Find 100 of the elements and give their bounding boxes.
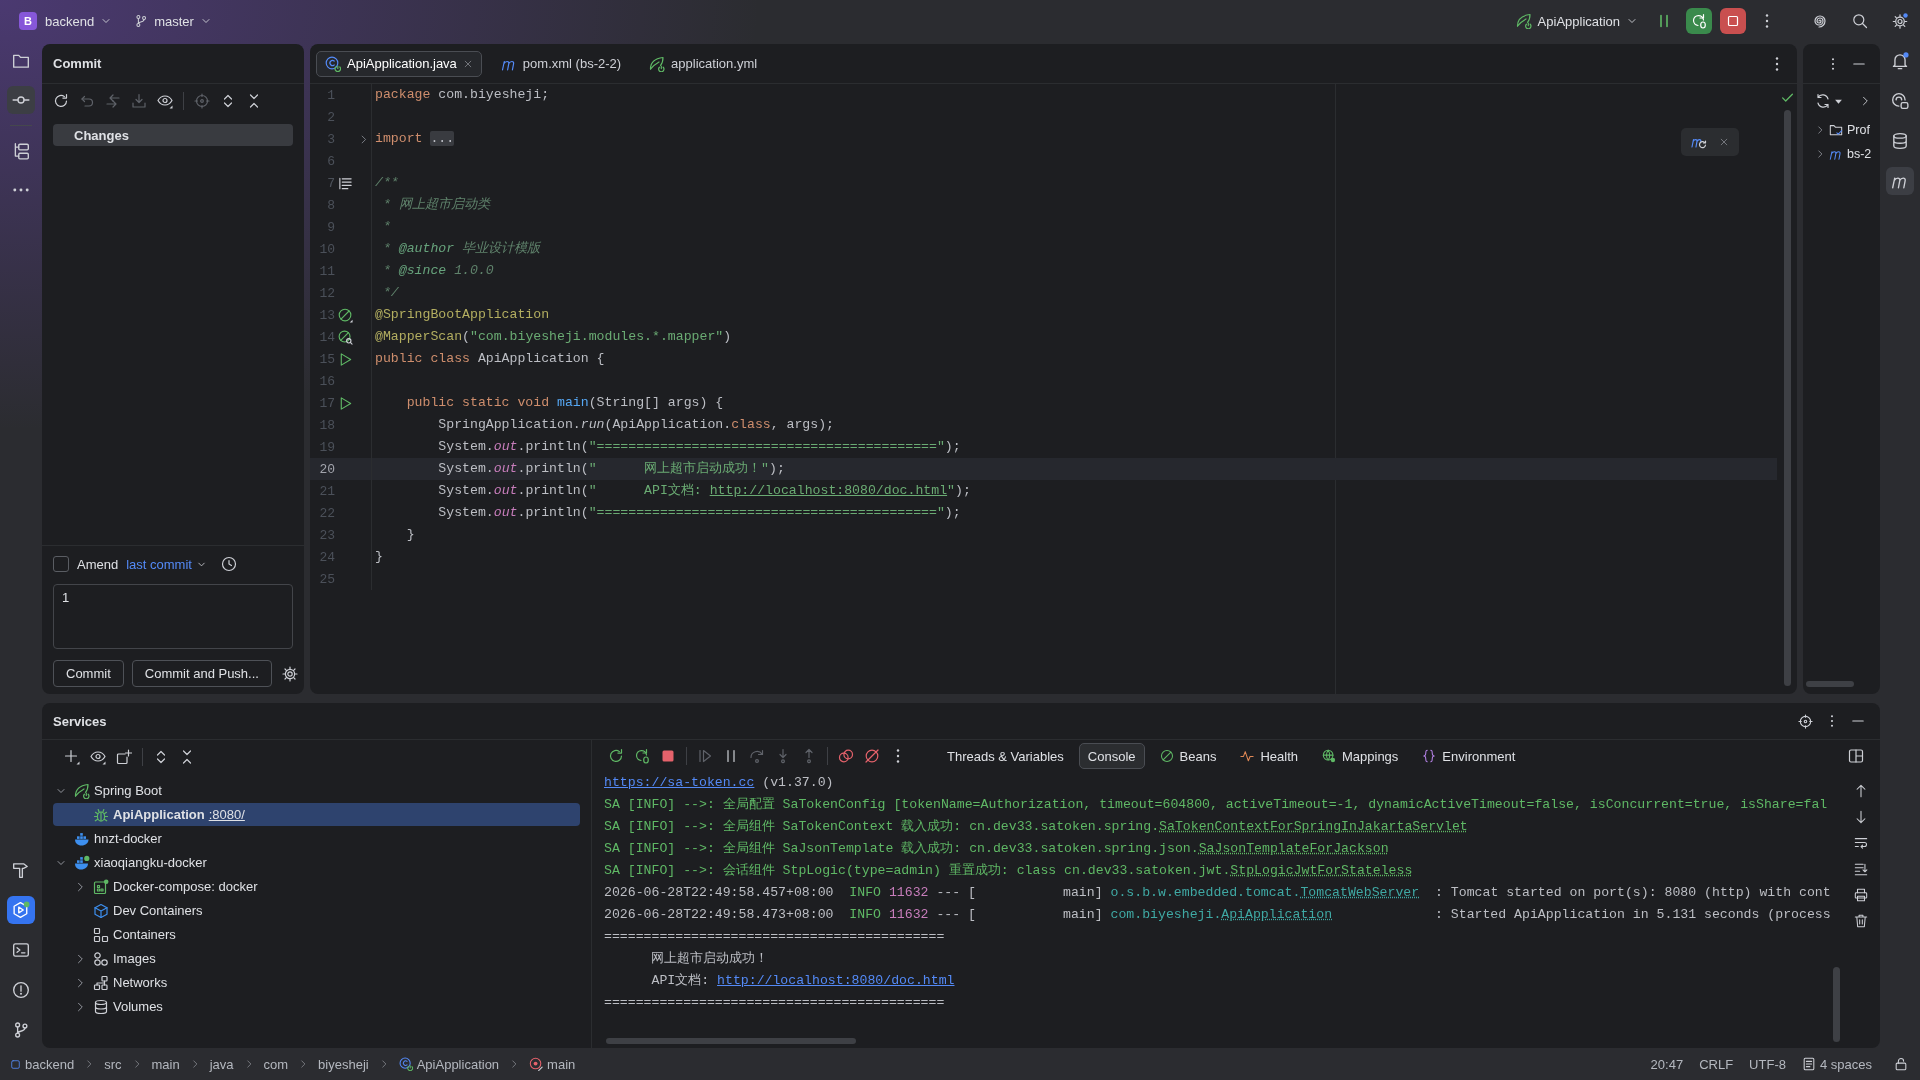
class-link[interactable]: StpLogicJwtForStateless <box>1230 863 1413 878</box>
cursor-position[interactable]: 20:47 <box>1650 1056 1684 1072</box>
refresh-icon[interactable] <box>608 748 624 764</box>
console-link[interactable]: http://localhost:8080/doc.html <box>717 973 955 988</box>
slashed-circle-search-icon[interactable] <box>337 329 353 345</box>
editor-tab[interactable]: ApiApplication.java <box>316 50 482 77</box>
editor-tab[interactable]: pom.xml (bs-2-2) <box>491 50 631 77</box>
console-tab[interactable]: Mappings <box>1313 743 1408 769</box>
eye-icon[interactable] <box>157 93 173 109</box>
changes-node[interactable]: Changes <box>53 124 293 146</box>
breadcrumb[interactable]: java <box>209 1056 234 1072</box>
commit-message-field[interactable]: 1 <box>53 584 293 649</box>
project-dropdown[interactable]: backend <box>45 13 113 29</box>
spiral-icon[interactable] <box>1811 13 1827 29</box>
editor-tab[interactable]: application.yml <box>640 50 767 77</box>
last-commit-link[interactable]: last commit <box>126 556 207 572</box>
class-link[interactable]: TomcatWebServer <box>1300 885 1420 900</box>
commit-button[interactable]: Commit <box>53 660 124 687</box>
lock-icon[interactable] <box>1894 1057 1908 1071</box>
stop-icon[interactable] <box>1720 8 1746 34</box>
overlapping-circles-icon[interactable] <box>838 748 854 764</box>
class-link[interactable]: SaTokenContextForSpringInJakartaServlet <box>1159 819 1468 834</box>
tree-item[interactable]: Containers <box>53 923 184 946</box>
arrows-icon[interactable] <box>105 93 121 109</box>
refresh-icon[interactable] <box>1815 93 1831 109</box>
run-config-dropdown[interactable]: ApiApplication <box>1515 13 1638 29</box>
terminal-icon[interactable] <box>12 941 30 959</box>
breadcrumb[interactable]: backend <box>10 1056 75 1072</box>
console-tab[interactable]: Beans <box>1150 743 1226 769</box>
scrollbar-thumb[interactable] <box>1783 110 1791 686</box>
branch-dropdown[interactable]: master <box>134 13 212 29</box>
arrow-down-icon[interactable] <box>1854 810 1868 824</box>
console-link[interactable]: https://sa-token.cc <box>604 775 755 790</box>
resume-icon[interactable] <box>697 748 713 764</box>
console-tab[interactable]: Environment <box>1413 743 1525 769</box>
slashed-circle-icon[interactable] <box>864 748 880 764</box>
commit-icon[interactable] <box>7 86 35 114</box>
rerun-icon[interactable] <box>1686 8 1712 34</box>
chat-bubble-icon[interactable] <box>1891 92 1909 110</box>
breadcrumb[interactable]: com <box>263 1056 289 1072</box>
arrow-up-icon[interactable] <box>1854 784 1868 798</box>
m-logo-icon[interactable] <box>1886 167 1914 195</box>
settings-icon[interactable] <box>281 665 298 682</box>
tree-structure-icon[interactable] <box>12 142 30 160</box>
bell-icon[interactable] <box>1891 52 1909 70</box>
database-icon[interactable] <box>1891 132 1909 150</box>
scrollbar-thumb[interactable] <box>1806 681 1854 687</box>
port-link[interactable]: :8080/ <box>208 807 245 822</box>
trash-icon[interactable] <box>1854 914 1868 928</box>
settings-icon[interactable] <box>1892 13 1908 29</box>
breadcrumb[interactable]: ApiApplication <box>398 1056 500 1072</box>
amend-checkbox[interactable] <box>53 556 69 572</box>
close-icon[interactable] <box>462 58 473 69</box>
project-badge[interactable]: B <box>19 12 37 30</box>
tree-item[interactable]: Prof <box>1803 118 1870 142</box>
refresh-icon[interactable] <box>53 93 69 109</box>
hammer-icon[interactable] <box>12 861 30 879</box>
close-icon[interactable] <box>1719 137 1729 147</box>
breadcrumb[interactable]: src <box>104 1056 122 1072</box>
breadcrumb[interactable]: biyesheji <box>318 1056 369 1072</box>
scrollbar-thumb[interactable] <box>606 1038 856 1044</box>
print-icon[interactable] <box>1854 888 1868 902</box>
refresh-bug-icon[interactable] <box>634 748 650 764</box>
undo-icon[interactable] <box>79 93 95 109</box>
slashed-circle-icon[interactable] <box>337 307 353 323</box>
soft-wrap-icon[interactable] <box>1854 836 1868 850</box>
class-link[interactable]: ApiApplication <box>1221 907 1333 922</box>
chevron-right-icon[interactable] <box>1815 149 1825 159</box>
branch-icon[interactable] <box>12 1021 30 1039</box>
breadcrumb[interactable]: main <box>529 1056 576 1072</box>
exclamation-circle-icon[interactable] <box>12 981 30 999</box>
hexagon-play-icon[interactable] <box>7 896 35 924</box>
eye-icon[interactable] <box>90 749 106 765</box>
console-tab[interactable]: Health <box>1231 743 1307 769</box>
scroll-to-end-icon[interactable] <box>1854 862 1868 876</box>
tree-item[interactable]: Dev Containers <box>53 899 211 922</box>
folder-icon[interactable] <box>12 52 30 70</box>
new-tab-icon[interactable] <box>116 749 132 765</box>
scrollbar-thumb[interactable] <box>1833 967 1840 1042</box>
commit-button[interactable]: Commit and Push... <box>131 660 272 687</box>
line-separator[interactable]: CRLF <box>1699 1056 1734 1072</box>
breadcrumb[interactable]: main <box>151 1056 180 1072</box>
tree-item[interactable]: xiaoqiangku-docker <box>53 851 215 874</box>
indent-setting[interactable]: 4 spaces <box>1801 1056 1872 1072</box>
lines-icon[interactable] <box>337 175 353 191</box>
file-encoding[interactable]: UTF-8 <box>1749 1056 1786 1072</box>
tree-item[interactable]: Spring Boot <box>53 779 170 802</box>
tree-item[interactable]: bs-2 <box>1803 142 1872 166</box>
layout-icon[interactable] <box>1848 748 1864 764</box>
clock-icon[interactable] <box>220 556 237 572</box>
tree-item[interactable]: Images <box>53 947 164 970</box>
console-tab[interactable]: Threads & Variables <box>938 743 1073 769</box>
tree-item[interactable]: Docker-compose: docker <box>53 875 266 898</box>
chevron-right-icon[interactable] <box>1815 125 1825 135</box>
tree-item[interactable]: hnzt-docker <box>53 827 170 850</box>
search-icon[interactable] <box>1852 13 1868 29</box>
code-link[interactable]: http://localhost:8080/doc.html <box>709 483 948 498</box>
tree-item[interactable]: ApiApplication :8080/ <box>53 803 580 826</box>
tree-item[interactable]: Volumes <box>53 995 171 1018</box>
step-over-icon[interactable] <box>749 748 765 764</box>
